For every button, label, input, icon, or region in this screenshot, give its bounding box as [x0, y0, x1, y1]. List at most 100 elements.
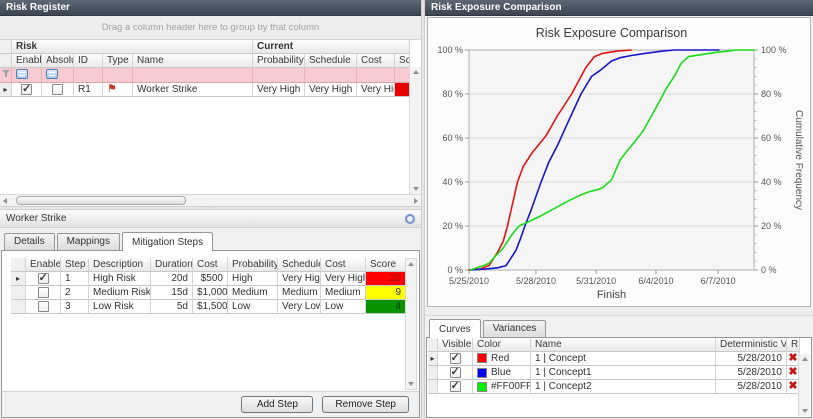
- curve-color-cell[interactable]: Red: [473, 352, 531, 366]
- step-number-cell[interactable]: 1: [61, 272, 89, 286]
- scroll-left-icon[interactable]: [3, 198, 7, 204]
- curve-color-cell[interactable]: #FF00FF00: [473, 380, 531, 394]
- curve-row[interactable]: #FF00FF001 | Concept25/28/2010✖: [428, 380, 800, 394]
- tab-mappings[interactable]: Mappings: [57, 233, 120, 250]
- column-header-name[interactable]: Name: [133, 54, 253, 68]
- tab-mitigation-steps[interactable]: Mitigation Steps: [122, 232, 213, 251]
- mitigation-step-row[interactable]: 2Medium Risk15d$1,000MediumMediumMedium9: [11, 286, 406, 300]
- curve-visible-cell[interactable]: [438, 380, 473, 394]
- risk-score-cell[interactable]: [395, 83, 410, 97]
- step-cost-cell[interactable]: $1,500: [193, 300, 228, 314]
- curve-name-cell[interactable]: 1 | Concept2: [531, 380, 716, 394]
- group-by-drop-area[interactable]: Drag a column header here to group by th…: [0, 16, 421, 40]
- step-enabled-cell[interactable]: [26, 286, 61, 300]
- scroll-up-icon[interactable]: [413, 70, 419, 74]
- chart-splitter[interactable]: [425, 307, 813, 316]
- filter-cost-cell[interactable]: [357, 68, 395, 83]
- step-cost2-cell[interactable]: Medium: [321, 286, 366, 300]
- curve-color-cell[interactable]: Blue: [473, 366, 531, 380]
- column-header-id[interactable]: ID: [74, 54, 103, 68]
- absolute-checkbox[interactable]: [52, 84, 63, 95]
- step-schedule-cell[interactable]: Medium: [278, 286, 321, 300]
- band-risk[interactable]: Risk: [12, 40, 253, 54]
- filter-checkbox-icon[interactable]: [46, 69, 58, 79]
- curve-visible-checkbox[interactable]: [450, 381, 461, 392]
- scroll-right-icon[interactable]: [414, 198, 418, 204]
- mitigation-vertical-scrollbar[interactable]: [405, 258, 417, 390]
- curve-name-cell[interactable]: 1 | Concept: [531, 352, 716, 366]
- step-description-cell[interactable]: Medium Risk: [89, 286, 151, 300]
- column-header-visible[interactable]: Visible: [438, 338, 473, 352]
- collapse-pin-icon[interactable]: [405, 214, 415, 224]
- column-header-absolu[interactable]: Absolu...: [42, 54, 74, 68]
- step-score-cell[interactable]: 4: [366, 300, 406, 314]
- curve-deterministic-value-cell[interactable]: 5/28/2010: [716, 352, 787, 366]
- column-header-probability[interactable]: Probability: [253, 54, 305, 68]
- remove-curve-icon[interactable]: ✖: [788, 380, 797, 392]
- step-duration-cell[interactable]: 20d: [151, 272, 193, 286]
- step-cost2-cell[interactable]: Low: [321, 300, 366, 314]
- column-header-cost[interactable]: Cost: [357, 54, 395, 68]
- column-header-name[interactable]: Name: [531, 338, 716, 352]
- step-cost-cell[interactable]: $500: [193, 272, 228, 286]
- risk-row[interactable]: ▸ R1 ⚑ Worker Strike Very High Very High…: [0, 83, 421, 97]
- risk-probability-cell[interactable]: Very High: [253, 83, 305, 97]
- filter-schedule-cell[interactable]: [305, 68, 357, 83]
- curve-name-cell[interactable]: 1 | Concept1: [531, 366, 716, 380]
- column-header-schedule[interactable]: Schedule: [278, 258, 321, 272]
- filter-checkbox-icon[interactable]: [16, 69, 28, 79]
- scroll-down-icon[interactable]: [408, 382, 414, 386]
- filter-type-cell[interactable]: [103, 68, 133, 83]
- band-current[interactable]: Current: [253, 40, 410, 54]
- mitigation-step-row[interactable]: 3Low Risk5d$1,500LowVery LowLow4: [11, 300, 406, 314]
- curve-deterministic-value-cell[interactable]: 5/28/2010: [716, 380, 787, 394]
- curve-visible-cell[interactable]: [438, 366, 473, 380]
- risk-type-cell[interactable]: ⚑: [103, 83, 133, 97]
- risk-name-cell[interactable]: Worker Strike: [133, 83, 253, 97]
- curve-visible-checkbox[interactable]: [450, 353, 461, 364]
- risk-absolute-cell[interactable]: [42, 83, 74, 97]
- column-header-r[interactable]: R...: [787, 338, 800, 352]
- step-enabled-cell[interactable]: [26, 272, 61, 286]
- tab-curves[interactable]: Curves: [429, 319, 481, 338]
- column-header-cost[interactable]: Cost: [193, 258, 228, 272]
- step-enabled-cell[interactable]: [26, 300, 61, 314]
- step-probability-cell[interactable]: Low: [228, 300, 278, 314]
- column-header-schedule[interactable]: Schedule: [305, 54, 357, 68]
- tab-variances[interactable]: Variances: [483, 320, 547, 337]
- step-probability-cell[interactable]: Medium: [228, 286, 278, 300]
- filter-score-cell[interactable]: [395, 68, 410, 83]
- step-cost2-cell[interactable]: Very High: [321, 272, 366, 286]
- step-probability-cell[interactable]: High: [228, 272, 278, 286]
- remove-curve-icon[interactable]: ✖: [788, 352, 797, 364]
- step-schedule-cell[interactable]: Very High: [278, 272, 321, 286]
- column-header-sc[interactable]: Sc: [395, 54, 410, 68]
- filter-absolute-cell[interactable]: [42, 68, 74, 83]
- scrollbar-thumb[interactable]: [16, 196, 186, 205]
- mitigation-step-row[interactable]: ▸1High Risk20d$500HighVery HighVery High…: [11, 272, 406, 286]
- column-header-color[interactable]: Color: [473, 338, 531, 352]
- scroll-up-icon[interactable]: [408, 262, 414, 266]
- column-header-enabled[interactable]: Enabled: [26, 258, 61, 272]
- step-enabled-checkbox[interactable]: [38, 287, 49, 298]
- column-header-score[interactable]: Score: [366, 258, 406, 272]
- tab-details[interactable]: Details: [4, 233, 55, 250]
- step-enabled-checkbox[interactable]: [38, 301, 49, 312]
- filter-probability-cell[interactable]: [253, 68, 305, 83]
- risk-schedule-cell[interactable]: Very High: [305, 83, 357, 97]
- scroll-down-icon[interactable]: [413, 187, 419, 191]
- step-number-cell[interactable]: 3: [61, 300, 89, 314]
- step-duration-cell[interactable]: 5d: [151, 300, 193, 314]
- column-header-description[interactable]: Description: [89, 258, 151, 272]
- curve-visible-cell[interactable]: [438, 352, 473, 366]
- step-cost-cell[interactable]: $1,000: [193, 286, 228, 300]
- step-enabled-checkbox[interactable]: [38, 273, 49, 284]
- remove-curve-icon[interactable]: ✖: [788, 366, 797, 378]
- risk-cost-cell[interactable]: Very High: [357, 83, 395, 97]
- step-description-cell[interactable]: High Risk: [89, 272, 151, 286]
- step-duration-cell[interactable]: 15d: [151, 286, 193, 300]
- risk-id-cell[interactable]: R1: [74, 83, 103, 97]
- column-header-type[interactable]: Type: [103, 54, 133, 68]
- curve-row[interactable]: ▸Red1 | Concept5/28/2010✖: [428, 352, 800, 366]
- step-score-cell[interactable]: 9: [366, 286, 406, 300]
